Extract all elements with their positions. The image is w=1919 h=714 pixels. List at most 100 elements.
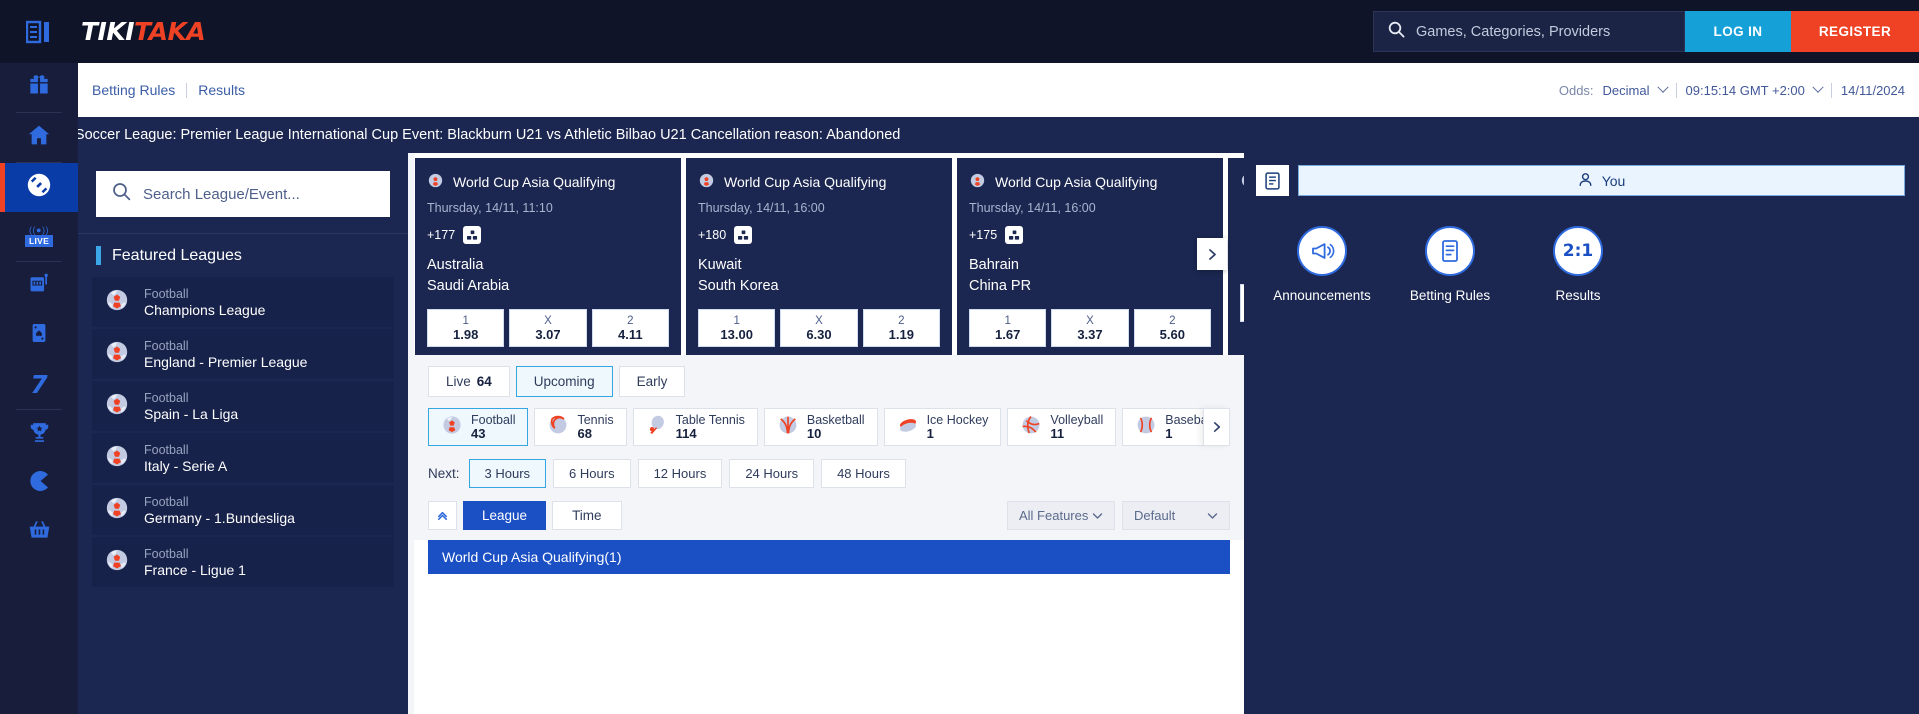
sport-tab-football[interactable]: Football 43 bbox=[428, 408, 528, 446]
results-link[interactable]: Results bbox=[198, 82, 245, 98]
list-item[interactable]: Football Champions League bbox=[92, 277, 394, 327]
search-input[interactable] bbox=[1416, 24, 1670, 40]
you-tab[interactable]: You bbox=[1298, 165, 1905, 196]
sidebar-item-label: LIVE bbox=[25, 235, 53, 247]
tab-label: Live bbox=[446, 374, 471, 389]
sidebar-item-slots[interactable] bbox=[0, 262, 78, 311]
odds-button[interactable]: X 6.30 bbox=[780, 309, 857, 347]
odds-key: X bbox=[815, 315, 823, 327]
sidebar-item-arcade[interactable] bbox=[0, 459, 78, 508]
sport-name: Table Tennis bbox=[676, 413, 745, 427]
carousel-next-button[interactable] bbox=[1197, 238, 1227, 270]
sport-text: Basketball 10 bbox=[807, 413, 865, 441]
all-features-dropdown[interactable]: All Features bbox=[1007, 501, 1115, 530]
football-icon bbox=[104, 391, 130, 422]
news-ticker: rt: Soccer League: Premier League Intern… bbox=[78, 117, 1919, 153]
odds-button[interactable]: 1 13.00 bbox=[698, 309, 775, 347]
league-search[interactable] bbox=[96, 171, 390, 217]
match-card-partial[interactable] bbox=[1228, 158, 1244, 355]
league-text: Football Champions League bbox=[144, 287, 265, 318]
register-button[interactable]: REGISTER bbox=[1791, 11, 1919, 52]
sport-text: Football 43 bbox=[471, 413, 515, 441]
match-time: Thursday, 14/11, 16:00 bbox=[698, 201, 940, 215]
betslip-icon[interactable] bbox=[1256, 165, 1289, 196]
sidebar-item-home[interactable] bbox=[0, 113, 78, 162]
sidebar-item-promotions[interactable] bbox=[0, 63, 78, 112]
odds-button[interactable]: X 3.07 bbox=[509, 309, 586, 347]
quick-link-announcements[interactable]: Announcements bbox=[1272, 226, 1372, 303]
hours-chip-3[interactable]: 3 Hours bbox=[469, 459, 547, 488]
sport-scroll-next-button[interactable] bbox=[1203, 408, 1230, 446]
list-item[interactable]: Football France - Ligue 1 bbox=[92, 537, 394, 587]
hours-chip-24[interactable]: 24 Hours bbox=[729, 459, 814, 488]
sidebar-item-casino[interactable] bbox=[0, 311, 78, 360]
extra-markets-count: +180 bbox=[698, 228, 726, 242]
list-item[interactable]: Football Germany - 1.Bundesliga bbox=[92, 485, 394, 535]
odds-key: X bbox=[544, 315, 552, 327]
list-item[interactable]: Football Spain - La Liga bbox=[92, 381, 394, 431]
betting-rules-link[interactable]: Betting Rules bbox=[92, 82, 175, 98]
quick-link-results[interactable]: 2:1 Results bbox=[1528, 226, 1628, 303]
sidebar-item-tournaments[interactable] bbox=[0, 410, 78, 459]
sidebar-item-sports[interactable] bbox=[0, 163, 78, 212]
sidebar-item-lucky-seven[interactable]: 7 bbox=[0, 360, 78, 409]
carousel-cards: World Cup Asia Qualifying Thursday, 14/1… bbox=[414, 158, 1244, 355]
collapse-all-button[interactable] bbox=[428, 501, 457, 530]
chevron-down-icon[interactable] bbox=[1657, 82, 1668, 93]
match-odds: 1 1.98 X 3.07 2 4.11 bbox=[427, 309, 669, 347]
quick-link-betting-rules[interactable]: Betting Rules bbox=[1400, 226, 1500, 303]
odds-button[interactable]: 1 1.67 bbox=[969, 309, 1046, 347]
markets-grid-icon[interactable] bbox=[463, 226, 481, 244]
odds-button[interactable]: X 3.37 bbox=[1051, 309, 1128, 347]
match-card[interactable]: World Cup Asia Qualifying Thursday, 14/1… bbox=[957, 158, 1223, 355]
football-icon bbox=[104, 287, 130, 318]
sport-tab-volleyball[interactable]: Volleyball 11 bbox=[1007, 408, 1116, 446]
status-tabs: Live 64 Upcoming Early bbox=[428, 366, 1230, 397]
league-search-input[interactable] bbox=[143, 186, 374, 203]
sport-tab-table-tennis[interactable]: Table Tennis 114 bbox=[633, 408, 758, 446]
chevron-down-icon bbox=[1092, 508, 1103, 523]
login-button[interactable]: LOG IN bbox=[1685, 11, 1791, 52]
odds-button[interactable]: 1 1.98 bbox=[427, 309, 504, 347]
sort-by-league-button[interactable]: League bbox=[463, 501, 546, 530]
global-search[interactable] bbox=[1373, 11, 1685, 52]
odds-key: 1 bbox=[462, 315, 468, 327]
sidebar-item-live[interactable]: ((●)) LIVE bbox=[0, 212, 78, 261]
default-sort-dropdown[interactable]: Default bbox=[1122, 501, 1230, 530]
match-meta: +180 bbox=[698, 226, 940, 244]
timezone-value[interactable]: 09:15:14 GMT +2:00 bbox=[1686, 83, 1805, 98]
match-odds: 1 1.67 X 3.37 2 5.60 bbox=[969, 309, 1211, 347]
hours-chip-48[interactable]: 48 Hours bbox=[821, 459, 906, 488]
brand-logo[interactable]: TIKITAKA bbox=[81, 17, 205, 46]
odds-format-value[interactable]: Decimal bbox=[1603, 83, 1650, 98]
sport-tab-tennis[interactable]: Tennis 68 bbox=[534, 408, 626, 446]
markets-grid-icon[interactable] bbox=[1005, 226, 1023, 244]
odds-key: 2 bbox=[1169, 315, 1175, 327]
sport-tab-ice-hockey[interactable]: Ice Hockey 1 bbox=[884, 408, 1002, 446]
sidebar-item-shop[interactable] bbox=[0, 508, 78, 557]
tab-upcoming[interactable]: Upcoming bbox=[516, 366, 613, 397]
match-card[interactable]: World Cup Asia Qualifying Thursday, 14/1… bbox=[686, 158, 952, 355]
away-team: China PR bbox=[969, 276, 1211, 297]
tab-early[interactable]: Early bbox=[619, 366, 686, 397]
trophy-icon bbox=[27, 420, 52, 450]
sport-tab-basketball[interactable]: Basketball 10 bbox=[764, 408, 878, 446]
list-item[interactable]: Football Italy - Serie A bbox=[92, 433, 394, 483]
menu-toggle-icon[interactable] bbox=[0, 0, 78, 63]
markets-grid-icon[interactable] bbox=[734, 226, 752, 244]
match-league-row: World Cup Asia Qualifying bbox=[698, 172, 940, 192]
default-sort-label: Default bbox=[1134, 508, 1175, 523]
odds-button[interactable]: 2 5.60 bbox=[1134, 309, 1211, 347]
odds-button[interactable]: 2 4.11 bbox=[592, 309, 669, 347]
odds-value: 1.19 bbox=[889, 328, 914, 342]
sort-by-time-button[interactable]: Time bbox=[552, 501, 622, 530]
featured-match-carousel: World Cup Asia Qualifying Thursday, 14/1… bbox=[414, 153, 1244, 355]
list-item[interactable]: Football England - Premier League bbox=[92, 329, 394, 379]
hours-chip-6[interactable]: 6 Hours bbox=[553, 459, 631, 488]
league-group-header[interactable]: World Cup Asia Qualifying(1) bbox=[428, 540, 1230, 574]
chevron-down-icon[interactable] bbox=[1812, 82, 1823, 93]
match-card[interactable]: World Cup Asia Qualifying Thursday, 14/1… bbox=[415, 158, 681, 355]
odds-button[interactable]: 2 1.19 bbox=[863, 309, 940, 347]
hours-chip-12[interactable]: 12 Hours bbox=[638, 459, 723, 488]
tab-live[interactable]: Live 64 bbox=[428, 366, 510, 397]
